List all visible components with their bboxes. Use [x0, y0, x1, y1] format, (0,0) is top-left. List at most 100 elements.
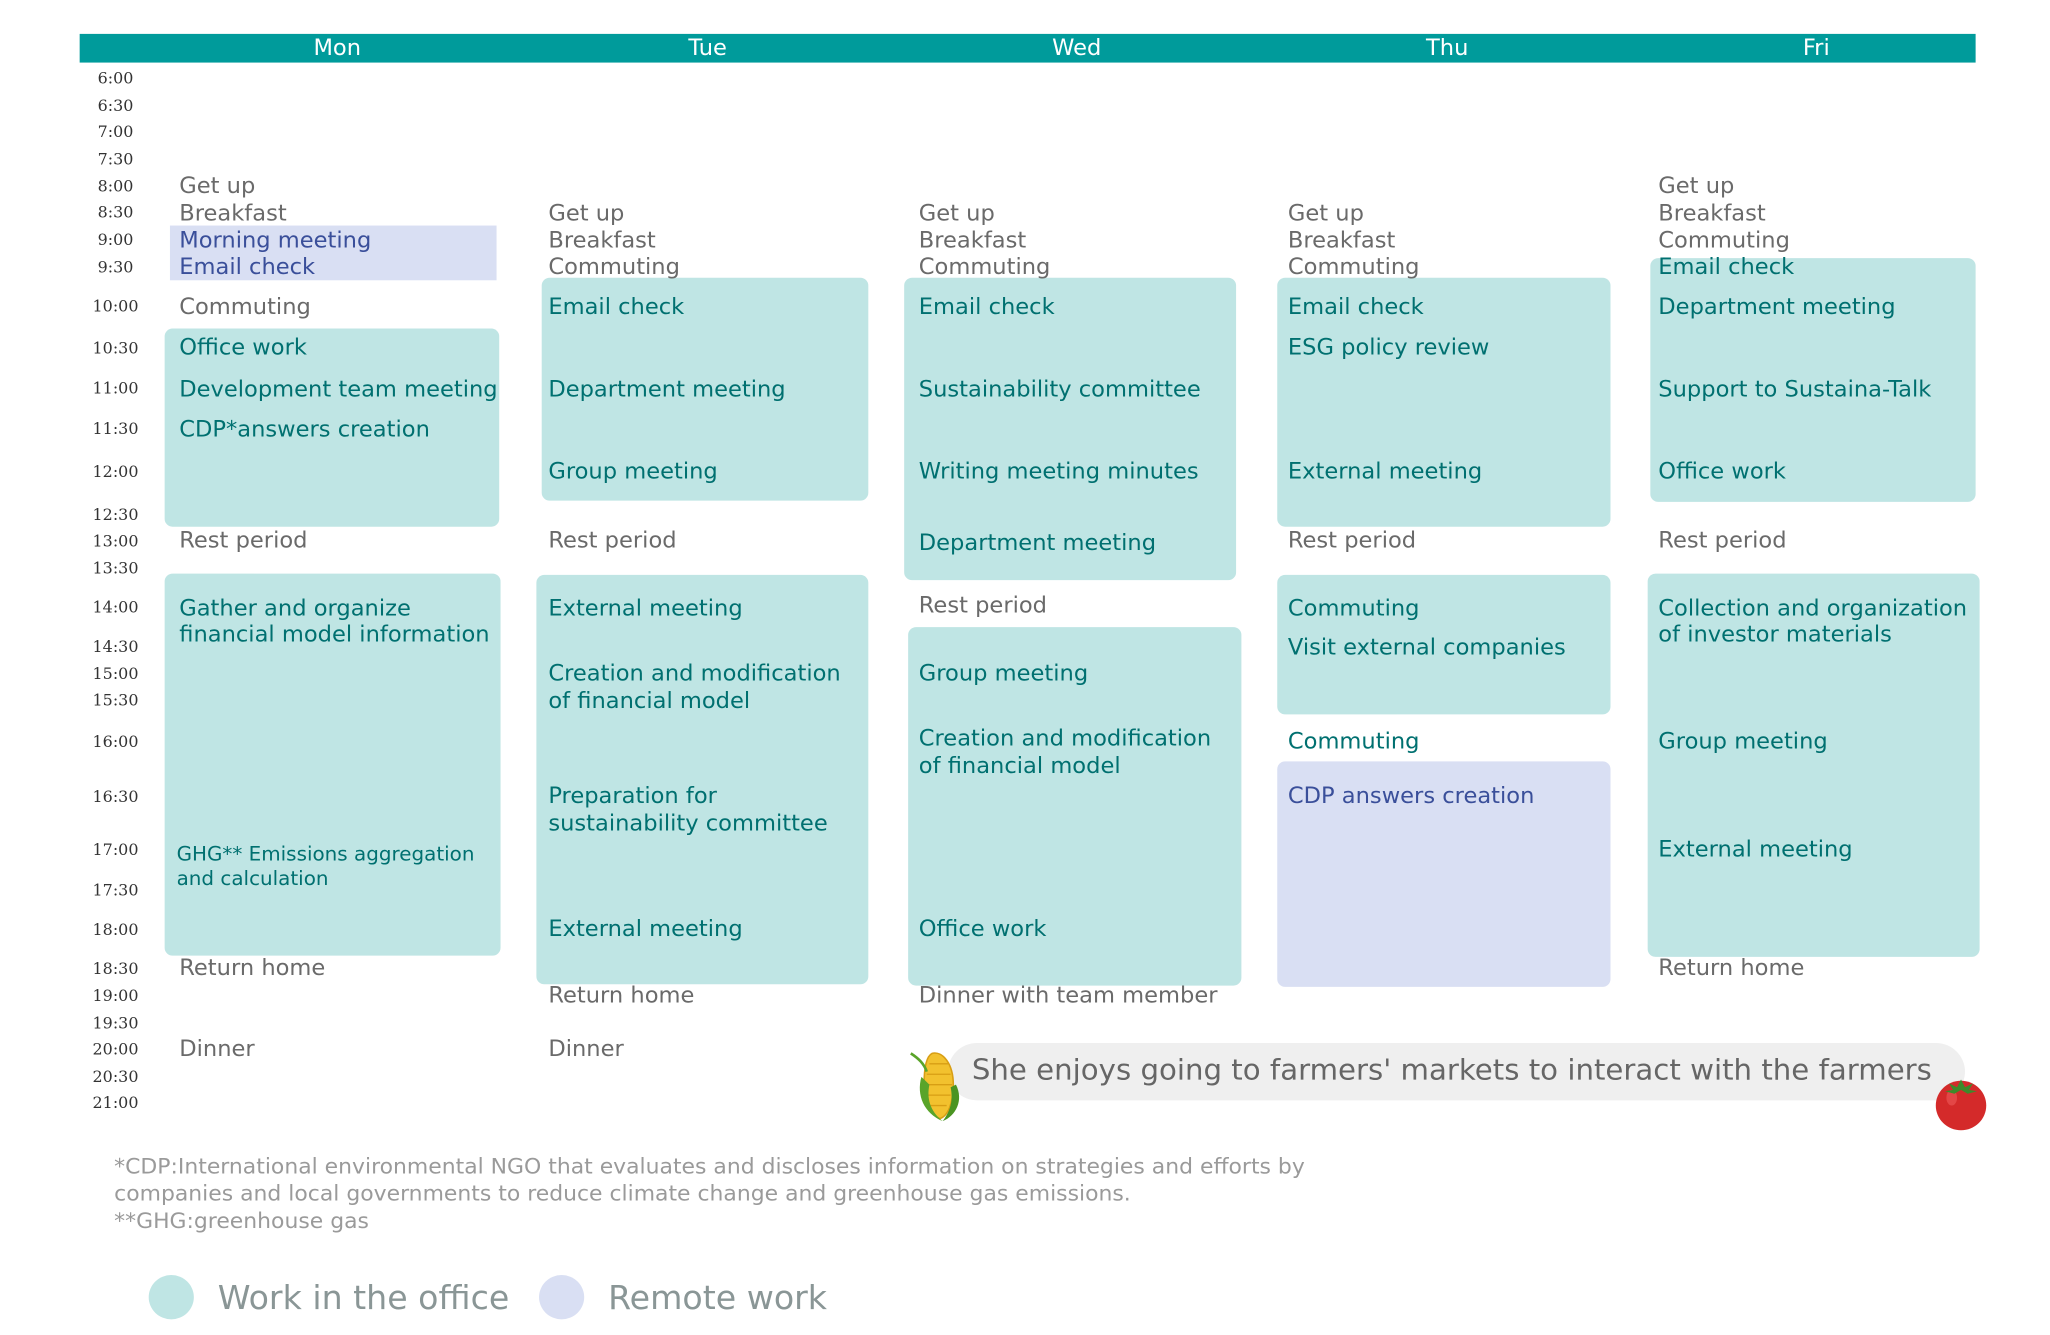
time-label: 11:00 [92, 379, 139, 398]
time-label: 6:30 [97, 96, 134, 115]
event-email-check: Email check [548, 294, 685, 321]
event-external-meeting: External meeting [548, 595, 743, 622]
event-esg-review: ESG policy review [1287, 335, 1490, 362]
event-ghg-line1: GHG** Emissions aggregation [176, 842, 475, 866]
time-label: 8:00 [97, 177, 134, 196]
event-gather-line1: Gather and organize [179, 595, 411, 622]
time-label: 12:30 [92, 505, 139, 525]
event-morning-meeting: Morning meeting [179, 228, 372, 255]
event-external-meeting: External meeting [1658, 836, 1853, 864]
day-fri: Fri [1802, 35, 1830, 62]
time-label: 8:30 [97, 203, 134, 222]
time-label: 7:00 [97, 122, 134, 141]
event-collection-line2: of investor materials [1658, 621, 1892, 648]
time-label: 18:30 [92, 959, 139, 978]
event-breakfast: Breakfast [918, 228, 1027, 255]
time-label: 9:30 [97, 258, 134, 277]
event-external-meeting: External meeting [1287, 458, 1483, 485]
time-label: 13:30 [92, 559, 139, 578]
event-external-meeting: External meeting [548, 916, 743, 943]
event-group-meeting: Group meeting [1658, 728, 1828, 755]
event-rest-period: Rest period [918, 593, 1048, 620]
time-label: 9:00 [97, 230, 134, 250]
event-rest-period: Rest period [1658, 527, 1787, 555]
time-label: 20:00 [92, 1040, 139, 1059]
event-dev-team-meeting: Development team meeting [179, 376, 498, 403]
event-commuting: Commuting [918, 254, 1051, 281]
event-visit-external: Visit external companies [1287, 634, 1566, 661]
event-department-meeting: Department meeting [918, 530, 1157, 557]
tomato-icon [1935, 1079, 1987, 1131]
event-group-meeting: Group meeting [548, 458, 718, 485]
time-label: 17:00 [92, 840, 139, 860]
event-office-work: Office work [1658, 458, 1786, 485]
time-label: 6:00 [97, 69, 134, 88]
event-dinner: Dinner [179, 1036, 255, 1063]
footnotes: *CDP:International environmental NGO tha… [114, 1152, 1415, 1234]
event-office-work: Office work [179, 335, 307, 362]
legend-office-swatch [148, 1275, 194, 1320]
event-breakfast: Breakfast [1658, 200, 1766, 227]
time-label: 17:30 [92, 881, 139, 900]
event-get-up: Get up [1287, 200, 1364, 227]
event-commuting: Commuting [1287, 728, 1420, 755]
event-get-up: Get up [1658, 173, 1735, 200]
time-label: 12:00 [92, 462, 139, 482]
event-creation-line1: Creation and modification [918, 726, 1212, 753]
event-commuting: Commuting [1287, 254, 1420, 281]
event-dinner: Dinner [548, 1036, 624, 1063]
time-label: 15:00 [92, 664, 139, 684]
footnote-cdp-line1: *CDP:International environmental NGO tha… [114, 1153, 1305, 1179]
event-breakfast: Breakfast [179, 200, 287, 227]
time-label: 18:00 [92, 920, 139, 939]
event-return-home: Return home [1658, 955, 1805, 982]
day-tue: Tue [688, 35, 727, 62]
day-mon: Mon [313, 35, 362, 62]
event-department-meeting: Department meeting [1658, 294, 1896, 321]
legend-office-label: Work in the office [217, 1278, 510, 1317]
event-email-check: Email check [918, 294, 1055, 321]
event-dinner-team: Dinner with team member [918, 982, 1218, 1010]
time-label: 10:00 [92, 297, 139, 316]
event-creation-line1: Creation and modification [548, 660, 841, 688]
event-rest-period: Rest period [548, 527, 677, 555]
time-label: 19:00 [92, 986, 139, 1006]
corn-icon [910, 1052, 960, 1122]
event-creation-line2: of financial model [918, 753, 1121, 780]
event-rest-period: Rest period [1287, 527, 1417, 555]
event-cdp-answers: CDP*answers creation [179, 417, 430, 444]
hobby-text: She enjoys going to farmers' markets to … [971, 1054, 1932, 1088]
event-commuting: Commuting [1287, 595, 1420, 622]
event-group-meeting: Group meeting [918, 660, 1089, 688]
event-rest-period: Rest period [179, 527, 308, 555]
event-get-up: Get up [179, 173, 256, 200]
event-email-check: Email check [179, 254, 316, 281]
time-label: 10:30 [92, 338, 139, 358]
event-email-check: Email check [1658, 254, 1795, 281]
event-collection-line1: Collection and organization [1658, 595, 1968, 622]
event-department-meeting: Department meeting [548, 376, 786, 403]
event-commuting: Commuting [1658, 228, 1790, 255]
time-label: 20:30 [92, 1067, 139, 1086]
event-breakfast: Breakfast [548, 228, 656, 255]
hobby-bubble: She enjoys going to farmers' markets to … [947, 1042, 1965, 1101]
time-label: 14:00 [92, 598, 139, 617]
time-label: 16:00 [92, 732, 139, 751]
event-return-home: Return home [548, 982, 695, 1010]
event-ghg-line2: and calculation [176, 866, 329, 891]
event-commuting: Commuting [548, 254, 680, 281]
footnote-ghg: **GHG:greenhouse gas [114, 1208, 369, 1234]
event-return-home: Return home [179, 955, 326, 982]
day-wed: Wed [1052, 35, 1102, 62]
footnote-cdp-line2: companies and local governments to reduc… [114, 1181, 1131, 1206]
time-label: 14:30 [92, 637, 139, 656]
time-label: 11:30 [92, 419, 139, 439]
event-preparation-line1: Preparation for [548, 783, 717, 810]
day-header-bar: Mon Tue Wed Thu Fri [79, 33, 1976, 63]
event-creation-line2: of financial model [548, 688, 751, 715]
time-label: 15:30 [92, 690, 139, 710]
event-breakfast: Breakfast [1287, 228, 1396, 255]
event-get-up: Get up [918, 200, 995, 227]
event-email-check: Email check [1287, 294, 1424, 321]
time-label: 7:30 [97, 149, 134, 169]
